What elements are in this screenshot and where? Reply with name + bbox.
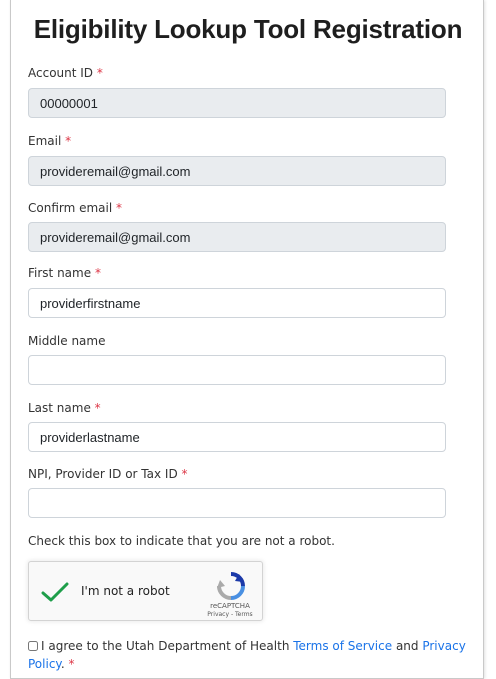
terms-of-service-link[interactable]: Terms of Service — [293, 639, 392, 653]
middle-name-label: Middle name — [28, 334, 106, 348]
middle-name-field[interactable] — [28, 355, 446, 385]
npi-field[interactable] — [28, 488, 446, 518]
required-marker: * — [94, 401, 101, 415]
registration-form: Eligibility Lookup Tool Registration Acc… — [10, 0, 484, 679]
first-name-field[interactable] — [28, 288, 446, 318]
captcha-label: I'm not a robot — [81, 584, 170, 598]
agreement-text: I agree to the Utah Department of Health… — [28, 639, 466, 671]
account-id-field[interactable] — [28, 88, 446, 118]
email-field[interactable] — [28, 156, 446, 186]
email-label: Email * — [28, 134, 72, 148]
confirm-email-label: Confirm email * — [28, 201, 123, 215]
recaptcha-widget[interactable]: I'm not a robot reCAPTCHA Privacy - Term… — [28, 561, 263, 621]
last-name-label: Last name * — [28, 401, 101, 415]
npi-label: NPI, Provider ID or Tax ID * — [28, 467, 188, 481]
agree-checkbox[interactable] — [28, 641, 38, 651]
recaptcha-logo-icon — [217, 572, 245, 600]
confirm-email-field[interactable] — [28, 222, 446, 252]
first-name-label: First name * — [28, 266, 101, 280]
required-marker: * — [68, 657, 75, 671]
required-marker: * — [65, 134, 72, 148]
recaptcha-brand: reCAPTCHA — [210, 602, 250, 610]
last-name-field[interactable] — [28, 422, 446, 452]
recaptcha-privacy-link[interactable]: Privacy — [207, 611, 229, 618]
robot-instruction: Check this box to indicate that you are … — [28, 534, 335, 548]
checkmark-icon[interactable] — [41, 581, 69, 603]
account-id-label: Account ID * — [28, 66, 103, 80]
recaptcha-links: Privacy - Terms — [207, 611, 253, 618]
page-title: Eligibility Lookup Tool Registration — [33, 14, 463, 44]
required-marker: * — [181, 467, 188, 481]
required-marker: * — [96, 66, 103, 80]
required-marker: * — [116, 201, 123, 215]
recaptcha-terms-link[interactable]: Terms — [235, 611, 253, 618]
required-marker: * — [94, 266, 101, 280]
